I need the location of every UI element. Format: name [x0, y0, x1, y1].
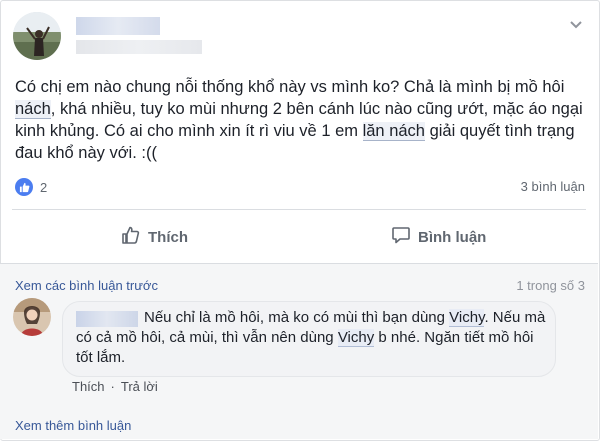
hashtag-link[interactable]: nách — [15, 100, 51, 119]
tagged-page-link[interactable]: Vichy — [337, 329, 375, 347]
comment-button[interactable]: Bình luận — [391, 222, 486, 252]
commenter-name-blurred[interactable] — [76, 311, 138, 327]
comment-actions: Thích · Trả lời — [72, 379, 158, 394]
comment-text-part: Nếu chỉ là mồ hôi, mà ko có mùi thì bạn … — [144, 309, 450, 326]
post-text: Có chị em nào chung nỗi thống khổ này vs… — [15, 76, 587, 164]
view-more-comments-link[interactable]: Xem thêm bình luận — [15, 418, 131, 433]
view-previous-comments-link[interactable]: Xem các bình luận trước — [15, 278, 158, 293]
post-timestamp-blurred — [76, 40, 202, 54]
comment-text: Nếu chỉ là mồ hôi, mà ko có mùi thì bạn … — [76, 308, 546, 368]
comment-page-count: 1 trong số 3 — [516, 278, 585, 293]
like-button[interactable]: Thích — [121, 222, 188, 252]
like-button-label: Thích — [148, 228, 188, 246]
comment-like-link[interactable]: Thích — [72, 379, 105, 394]
divider — [12, 209, 586, 210]
comment-count[interactable]: 3 bình luận — [521, 179, 585, 194]
commenter-avatar[interactable] — [13, 298, 51, 336]
comment-bubble-icon — [391, 225, 411, 249]
author-name-blurred[interactable] — [76, 17, 160, 35]
comment-reply-link[interactable]: Trả lời — [121, 379, 158, 394]
thumbs-up-icon — [121, 225, 141, 249]
tagged-page-link[interactable]: Vichy — [449, 309, 485, 327]
author-avatar[interactable] — [13, 12, 61, 60]
reaction-summary[interactable]: 2 — [15, 177, 47, 197]
separator-dot: · — [110, 379, 115, 394]
like-reaction-icon — [15, 178, 33, 196]
divider — [0, 263, 598, 264]
chevron-down-icon[interactable] — [569, 18, 583, 30]
post-text-part: Có chị em nào chung nỗi thống khổ này vs… — [15, 78, 565, 96]
comment-button-label: Bình luận — [418, 228, 487, 246]
hashtag-link[interactable]: lăn nách — [362, 122, 425, 141]
like-count: 2 — [40, 179, 48, 195]
